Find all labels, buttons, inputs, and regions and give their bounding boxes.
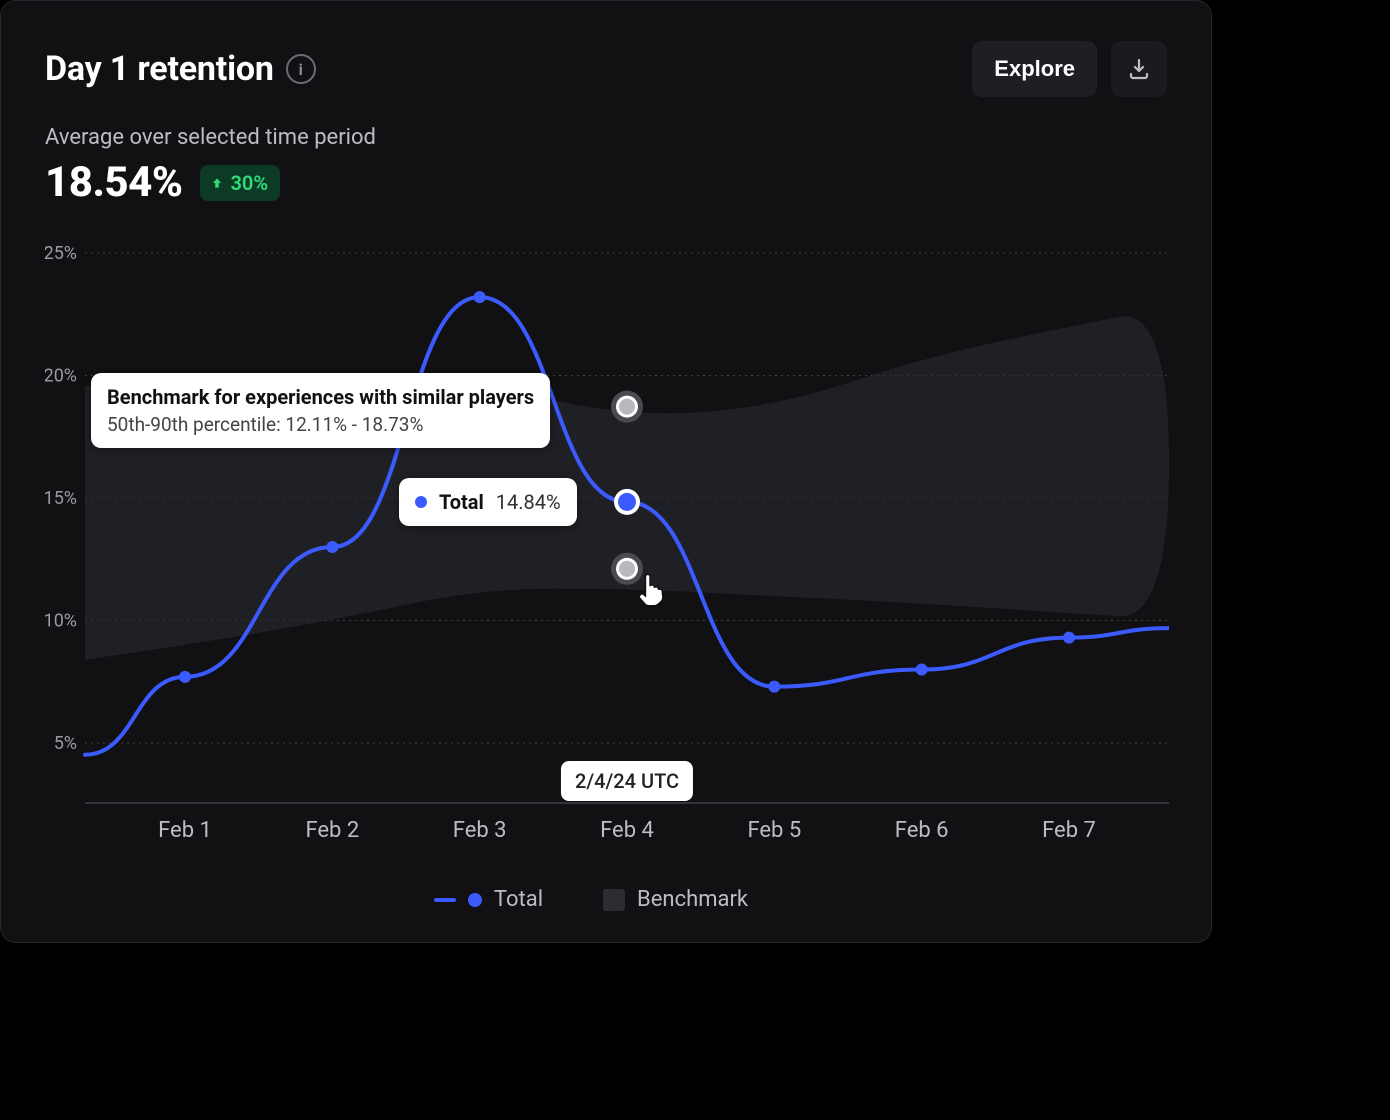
legend-square-icon <box>603 889 625 911</box>
legend-total-label: Total <box>494 887 543 912</box>
card-title: Day 1 retention <box>45 49 274 89</box>
legend-dot-icon <box>468 893 482 907</box>
download-icon <box>1127 57 1151 81</box>
info-icon[interactable]: i <box>286 54 316 84</box>
legend-total: Total <box>464 887 543 912</box>
svg-text:15%: 15% <box>45 488 77 509</box>
svg-text:5%: 5% <box>54 733 77 754</box>
delta-value: 30% <box>230 171 268 195</box>
svg-text:Feb 6: Feb 6 <box>895 818 949 843</box>
benchmark-tooltip-sub: 50th-90th percentile: 12.11% - 18.73% <box>107 413 534 436</box>
svg-text:Feb 5: Feb 5 <box>747 818 801 843</box>
series-tooltip: Total 14.84% <box>399 478 577 526</box>
chart-area[interactable]: 5% 10% 15% 20% 25% Feb 1 Feb 2 Feb 3 Feb 4 Feb 5 F… <box>45 243 1167 863</box>
svg-text:20%: 20% <box>45 366 77 387</box>
legend-line-icon <box>434 898 456 902</box>
legend-benchmark: Benchmark <box>603 887 748 912</box>
benchmark-tooltip-title: Benchmark for experiences with similar p… <box>107 385 534 409</box>
card-header: Day 1 retention i Explore <box>45 41 1167 97</box>
summary-value: 18.54% <box>45 158 182 207</box>
delta-chip: 30% <box>200 165 280 201</box>
arrow-up-icon <box>210 176 224 190</box>
svg-text:Feb 7: Feb 7 <box>1042 818 1096 843</box>
svg-text:Feb 4: Feb 4 <box>600 818 654 843</box>
series-dot-icon <box>415 496 427 508</box>
svg-text:Feb 2: Feb 2 <box>305 818 359 843</box>
date-pill: 2/4/24 UTC <box>561 761 693 801</box>
benchmark-tooltip: Benchmark for experiences with similar p… <box>91 373 550 448</box>
download-button[interactable] <box>1111 41 1167 97</box>
explore-button[interactable]: Explore <box>972 41 1097 97</box>
svg-text:25%: 25% <box>45 243 77 264</box>
summary-subtitle: Average over selected time period <box>45 125 1167 150</box>
retention-card: Day 1 retention i Explore Average over s… <box>0 0 1212 943</box>
legend: Total Benchmark <box>45 887 1167 912</box>
svg-text:Feb 3: Feb 3 <box>453 818 507 843</box>
svg-text:10%: 10% <box>45 611 77 632</box>
series-tooltip-value: 14.84% <box>496 490 561 514</box>
legend-benchmark-label: Benchmark <box>637 887 748 912</box>
svg-text:Feb 1: Feb 1 <box>158 818 212 843</box>
series-tooltip-label: Total <box>439 490 484 514</box>
